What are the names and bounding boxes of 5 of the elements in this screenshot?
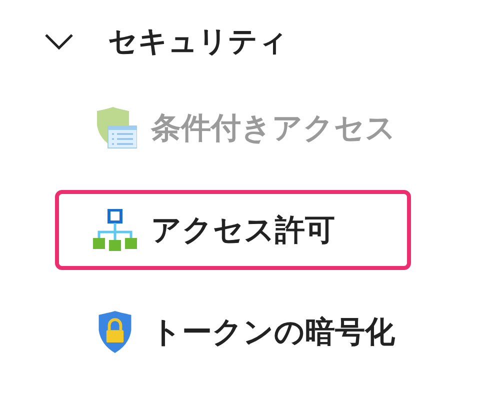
chevron-icon[interactable] <box>44 33 74 51</box>
section-title: セキュリティ <box>108 23 288 60</box>
nav-item[interactable]: トークンの暗号化 <box>55 292 411 372</box>
nav-item[interactable]: アクセス許可 <box>55 190 411 270</box>
hierarchy-icon <box>93 209 137 251</box>
